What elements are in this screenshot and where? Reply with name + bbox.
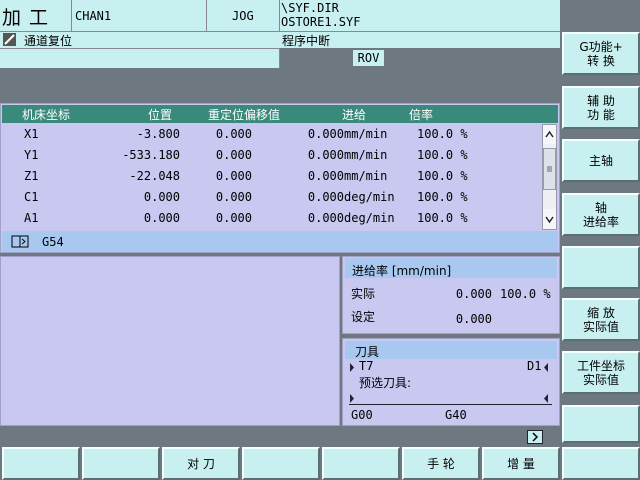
op-mode: JOG (232, 9, 254, 23)
tool-panel-title: 刀具 (355, 345, 380, 359)
reset-icon (3, 33, 16, 46)
tool-number: T7 (359, 359, 374, 373)
axis-table-header: 机床坐标 位置 重定位偏移值 进给 倍率 (2, 105, 558, 123)
feed-actual-label: 实际 (351, 287, 376, 301)
status-row (0, 31, 560, 48)
hsoftkey-tool-measure[interactable]: 对 刀 (162, 447, 240, 480)
program-dir: \SYF.DIR (281, 1, 339, 15)
program-status: 程序中断 (282, 34, 331, 48)
feed-panel-title: 进给率 [mm/min] (352, 264, 452, 278)
mode-label: 加 工 (2, 7, 50, 29)
scroll-thumb[interactable] (543, 148, 556, 190)
scroll-down-icon[interactable] (543, 209, 556, 229)
scroll-up-icon[interactable] (543, 125, 556, 144)
hsoftkey-2[interactable] (82, 447, 160, 480)
table-row[interactable]: C1 0.000 0.000 0.000 deg/min 100.0 % (2, 187, 542, 208)
feed-actual-value: 0.000 (455, 287, 492, 301)
softkey-spindle[interactable]: 主轴 (562, 139, 640, 182)
hsoftkey-5[interactable] (322, 447, 400, 480)
table-row[interactable]: X1 -3.800 0.000 0.000 mm/min 100.0 % (2, 124, 542, 145)
frame-icon (11, 235, 29, 248)
feed-set-label: 设定 (351, 310, 376, 324)
tool-right-arrow-icon (543, 361, 549, 375)
tool-divider (349, 404, 552, 405)
feed-actual-percent: 100.0 % (500, 287, 551, 301)
tool-preselect-label: 预选刀具: (359, 376, 412, 390)
channel-name: CHAN1 (75, 9, 112, 23)
hsoftkey-increment[interactable]: 增 量 (482, 447, 560, 480)
softkey-axis-feedrate[interactable]: 轴进给率 (562, 193, 640, 236)
table-row[interactable]: Z1 -22.048 0.000 0.000 mm/min 100.0 % (2, 166, 542, 187)
feed-set-value: 0.000 (455, 312, 492, 326)
tool-d-number: D1 (527, 359, 542, 373)
program-window (0, 256, 340, 426)
table-row[interactable]: Y1 -533.180 0.000 0.000 mm/min 100.0 % (2, 145, 542, 166)
col-machine-coord: 机床坐标 (22, 108, 71, 122)
col-reposition-offset: 重定位偏移值 (208, 108, 281, 122)
softkey-blank-2[interactable] (562, 405, 640, 443)
softkey-g-function[interactable]: G功能+ 转 换 (562, 32, 640, 75)
frame-row (2, 231, 558, 252)
tool-left-arrow-icon (349, 361, 355, 375)
softkey-aux-function[interactable]: 辅 助功 能 (562, 86, 640, 129)
hsoftkey-4[interactable] (242, 447, 320, 480)
program-file: OSTORE1.SYF (281, 15, 361, 29)
channel-status: 通道复位 (24, 34, 73, 48)
g-code-1: G00 (351, 408, 373, 422)
softkey-zoom-actual[interactable]: 缩 放实际值 (562, 298, 640, 341)
expand-menu-icon[interactable] (527, 430, 543, 444)
col-position: 位置 (148, 108, 173, 122)
col-feed: 进给 (342, 108, 367, 122)
alarm-line (0, 48, 279, 68)
hsoftkey-handwheel[interactable]: 手 轮 (402, 447, 480, 480)
rov-indicator: ROV (353, 50, 384, 66)
softkey-blank-1[interactable] (562, 246, 640, 289)
col-override: 倍率 (409, 108, 434, 122)
softkey-workpiece-actual[interactable]: 工件坐标 实际值 (562, 351, 640, 394)
work-offset: G54 (42, 235, 64, 249)
table-row[interactable]: A1 0.000 0.000 0.000 deg/min 100.0 % (2, 208, 542, 229)
g-code-2: G40 (445, 408, 467, 422)
hsoftkey-1[interactable] (2, 447, 80, 480)
hsoftkey-8[interactable] (562, 447, 640, 480)
